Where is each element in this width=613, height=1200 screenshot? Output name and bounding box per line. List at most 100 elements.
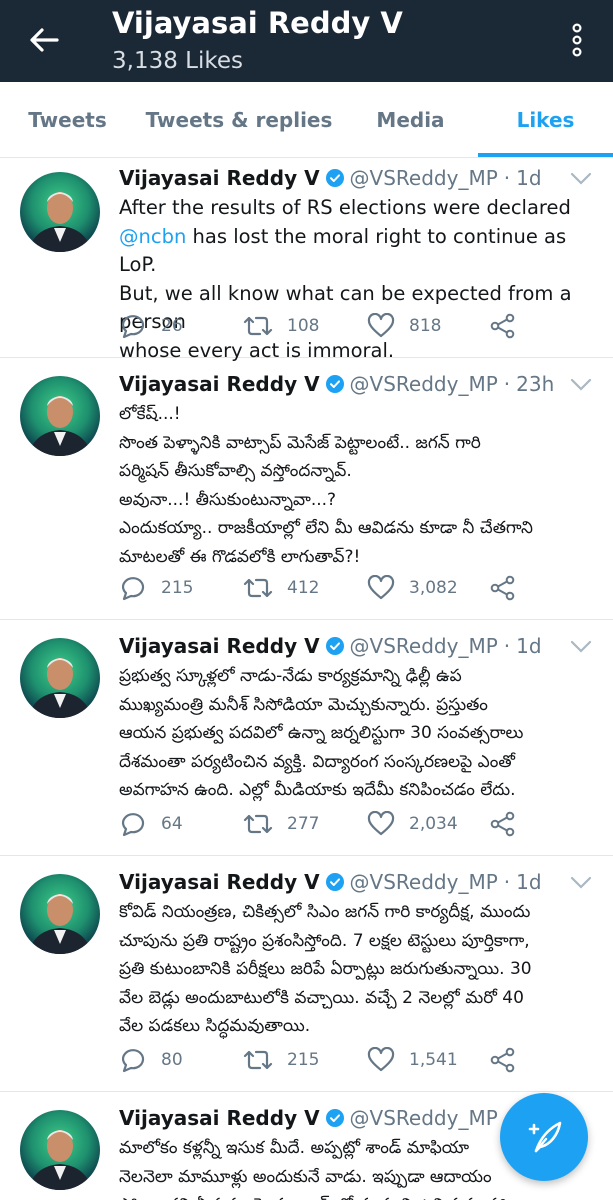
tab-tweets-and-replies[interactable]: Tweets & replies <box>135 82 343 158</box>
tweet-card[interactable]: Vijayasai Reddy V @VSReddy_MP · 23h లోకే… <box>0 358 613 620</box>
share-icon <box>490 1047 515 1073</box>
chevron-down-icon[interactable] <box>569 168 593 188</box>
like-count: 3,082 <box>409 578 458 598</box>
share-button[interactable] <box>489 311 531 341</box>
retweet-button[interactable]: 277 <box>243 809 319 839</box>
tweet-line: ప్రతి కుటుంబానికి పరీక్షలు జరిపే ఏర్పాట్… <box>119 959 532 979</box>
chevron-down-icon[interactable] <box>569 374 593 394</box>
verified-badge-icon <box>325 169 344 187</box>
like-count: 818 <box>409 316 442 336</box>
share-icon <box>490 313 515 339</box>
tweet-line: దేశమంతా పర్యటించిన వ్యక్తి. విద్యారంగ సం… <box>119 751 515 772</box>
avatar[interactable] <box>20 638 100 718</box>
chevron-down-icon[interactable] <box>569 636 593 656</box>
retweet-button[interactable]: 215 <box>243 1045 319 1075</box>
heart-icon <box>367 1047 395 1072</box>
like-button[interactable]: 2,034 <box>367 809 458 839</box>
arrow-left-icon <box>30 28 59 52</box>
tweet-line: @ncbn has lost the moral right to contin… <box>119 223 599 280</box>
retweet-icon <box>243 814 273 834</box>
share-icon <box>490 575 515 601</box>
author-handle[interactable]: @VSReddy_MP <box>350 372 498 396</box>
avatar[interactable] <box>20 1110 100 1190</box>
reply-button[interactable]: 26 <box>119 311 183 341</box>
tweet-text: లోకేష్...! సొంత పెళ్ళానికి వాట్సాప్ మెసే… <box>119 400 599 571</box>
author-name[interactable]: Vijayasai Reddy V <box>119 870 320 894</box>
tweet-line: చూపును ప్రతి రాష్ట్రం ప్రశంసిస్తోంది. 7 … <box>119 930 530 951</box>
active-tab-indicator <box>478 153 613 157</box>
like-button[interactable]: 3,082 <box>367 573 458 603</box>
retweet-icon <box>243 1050 273 1070</box>
separator-dot: · <box>503 870 511 894</box>
tweet-line: వేల బెడ్లు అందుబాటులోకి వచ్చాయి. వచ్చే 2… <box>119 987 524 1008</box>
separator-dot: · <box>503 634 511 658</box>
reply-button[interactable]: 80 <box>119 1045 183 1075</box>
tweet-time: 1d <box>516 166 542 190</box>
reply-button[interactable]: 215 <box>119 573 193 603</box>
reply-icon <box>121 813 145 837</box>
like-button[interactable]: 1,541 <box>367 1045 458 1075</box>
back-button[interactable] <box>18 18 70 62</box>
tweet-actions: 26 108 818 <box>119 311 599 341</box>
chevron-down-icon[interactable] <box>569 872 593 892</box>
retweet-count: 412 <box>287 578 320 598</box>
tweet-line: సొంత పెళ్ళానికి వాట్సాప్ మెసేజ్ పెట్టాలం… <box>119 432 481 453</box>
compose-feather-icon <box>528 1121 562 1153</box>
retweet-count: 215 <box>287 1050 320 1070</box>
author-name[interactable]: Vijayasai Reddy V <box>119 634 320 658</box>
tweet-header: Vijayasai Reddy V @VSReddy_MP · 1d <box>119 870 542 894</box>
avatar[interactable] <box>20 376 100 456</box>
retweet-icon <box>243 578 273 598</box>
author-handle[interactable]: @VSReddy_MP <box>350 166 498 190</box>
author-handle[interactable]: @VSReddy_MP <box>350 634 498 658</box>
retweet-button[interactable]: 412 <box>243 573 319 603</box>
tweet-header: Vijayasai Reddy V @VSReddy_MP · 1d <box>119 1106 542 1130</box>
tweet-line: పోయిందని ఏడుపు. హైదరాబాద్ లో కూర్చుని ఉచ… <box>119 1191 599 1200</box>
tab-tweets[interactable]: Tweets <box>0 82 135 158</box>
reply-icon <box>121 577 145 601</box>
retweet-count: 108 <box>287 316 320 336</box>
tweet-line: లోకేష్...! <box>119 404 181 424</box>
tweet-line-text: has lost the moral right to continue as … <box>119 224 567 277</box>
tweet-line: మాటలతో ఈ గొడవలోకి లాగుతావ్?! <box>119 546 361 567</box>
verified-badge-icon <box>325 637 344 655</box>
share-button[interactable] <box>489 1045 531 1075</box>
tab-media[interactable]: Media <box>343 82 478 158</box>
avatar[interactable] <box>20 874 100 954</box>
author-name[interactable]: Vijayasai Reddy V <box>119 372 320 396</box>
share-icon <box>490 811 515 837</box>
like-count: 1,541 <box>409 1050 458 1070</box>
compose-tweet-button[interactable] <box>500 1093 588 1181</box>
tweet-card[interactable]: Vijayasai Reddy V @VSReddy_MP · 1d ప్రభు… <box>0 620 613 856</box>
app-header: Vijayasai Reddy V 3,138 Likes <box>0 0 613 82</box>
tweet-line: ఎందుకయ్యా.. రాజకీయాల్లో లేని మీ ఆవిడను క… <box>119 518 533 538</box>
tweet-text: కోవిడ్ నియంత్రణ, చికిత్సలో సిఎం జగన్ గార… <box>119 898 599 1041</box>
likes-count: 3,138 Likes <box>112 48 243 74</box>
reply-button[interactable]: 64 <box>119 809 183 839</box>
mention-link[interactable]: @ncbn <box>119 225 186 248</box>
separator-dot: · <box>503 166 511 190</box>
author-name[interactable]: Vijayasai Reddy V <box>119 1106 320 1130</box>
verified-badge-icon <box>325 375 344 393</box>
tweet-time: 1d <box>516 634 542 658</box>
tweet-card[interactable]: Vijayasai Reddy V @VSReddy_MP · 1d After… <box>0 158 613 362</box>
tweet-actions: 64 277 2,034 <box>119 809 599 839</box>
tweet-line: ముఖ్యమంత్రి మనీశ్ సిసోడియా మెచ్చుకున్నార… <box>119 694 488 715</box>
tab-likes[interactable]: Likes <box>478 82 613 158</box>
share-button[interactable] <box>489 809 531 839</box>
share-button[interactable] <box>489 573 531 603</box>
more-options-button[interactable] <box>561 18 593 62</box>
reply-count: 215 <box>161 578 194 598</box>
author-name[interactable]: Vijayasai Reddy V <box>119 166 320 190</box>
like-button[interactable]: 818 <box>367 311 441 341</box>
tweet-line: వేల పడకలు సిద్ధమవుతాయి. <box>119 1016 311 1036</box>
author-handle[interactable]: @VSReddy_MP <box>350 870 498 894</box>
tweet-time: 1d <box>516 870 542 894</box>
retweet-button[interactable]: 108 <box>243 311 319 341</box>
reply-count: 64 <box>161 814 183 834</box>
tweet-line: కోవిడ్ నియంత్రణ, చికిత్సలో సిఎం జగన్ గార… <box>119 902 531 922</box>
author-handle[interactable]: @VSReddy_MP <box>350 1106 498 1130</box>
retweet-count: 277 <box>287 814 320 834</box>
tweet-card[interactable]: Vijayasai Reddy V @VSReddy_MP · 1d కోవిడ… <box>0 856 613 1092</box>
avatar[interactable] <box>20 172 100 252</box>
